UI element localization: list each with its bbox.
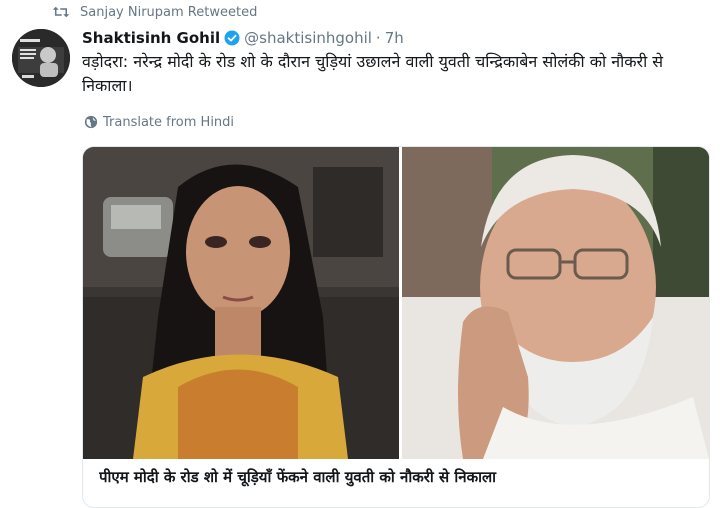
avatar[interactable] [12, 29, 70, 87]
retweet-context: Sanjay Nirupam Retweeted [52, 3, 257, 21]
retweeted-by-text[interactable]: Sanjay Nirupam Retweeted [80, 5, 257, 20]
card-title[interactable]: पीएम मोदी के रोड शो में चूड़ियाँ फेंकने … [99, 467, 697, 487]
tweet-timestamp[interactable]: 7h [385, 29, 404, 47]
verified-badge-icon [224, 30, 240, 46]
author-handle[interactable]: @shaktisinhgohil [244, 29, 372, 47]
tweet-header: Shaktisinh Gohil @shaktisinhgohil · 7h [82, 28, 404, 48]
retweet-icon [52, 6, 70, 18]
avatar-image [12, 29, 70, 87]
separator-dot: · [375, 29, 381, 47]
translate-link[interactable]: Translate from Hindi [84, 113, 234, 131]
author-name[interactable]: Shaktisinh Gohil [82, 29, 220, 47]
globe-icon [84, 115, 98, 129]
tweet-text: वड़ोदरा: नरेन्द्र मोदी के रोड शो के दौरा… [82, 52, 664, 95]
link-card[interactable]: पीएम मोदी के रोड शो में चूड़ियाँ फेंकने … [82, 146, 710, 508]
translate-label: Translate from Hindi [103, 114, 235, 130]
card-image [83, 147, 709, 459]
